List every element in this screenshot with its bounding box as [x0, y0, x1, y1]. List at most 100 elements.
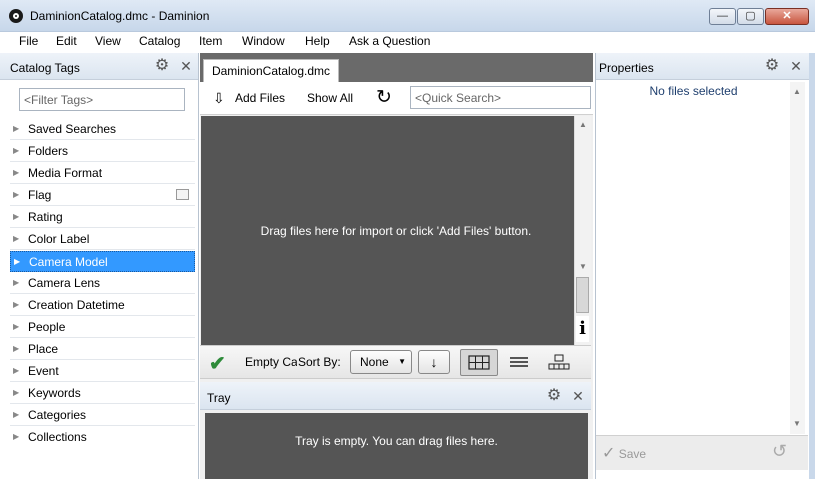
menu-view[interactable]: View: [95, 34, 121, 48]
expand-arrow-icon[interactable]: ▶: [13, 388, 19, 397]
tag-label: People: [28, 320, 66, 334]
scroll-up-icon[interactable]: ▲: [793, 87, 801, 96]
flag-icon[interactable]: [176, 189, 189, 200]
thumbnail-view-button[interactable]: [460, 349, 498, 376]
tag-label: Color Label: [28, 232, 90, 246]
tag-saved-searches[interactable]: ▶ Saved Searches: [10, 119, 195, 140]
filmstrip-view-icon: [548, 354, 570, 370]
expand-arrow-icon[interactable]: ▶: [13, 278, 19, 287]
tray-header: ⚙ ✕: [200, 382, 591, 410]
chevron-down-icon: ▼: [398, 357, 406, 366]
tag-label: Creation Datetime: [28, 298, 125, 312]
save-check-icon: ✓: [602, 445, 616, 462]
menu-catalog[interactable]: Catalog: [139, 34, 180, 48]
tray-message: Tray is empty. You can drag files here.: [295, 434, 498, 448]
tag-label: Saved Searches: [28, 122, 117, 136]
maximize-button[interactable]: ▢: [737, 8, 764, 25]
checkmark-icon[interactable]: ✔: [209, 351, 226, 376]
save-label: Save: [618, 447, 647, 461]
expand-arrow-icon[interactable]: ▶: [13, 212, 19, 221]
expand-arrow-icon[interactable]: ▶: [13, 124, 19, 133]
info-icon[interactable]: i: [576, 316, 589, 342]
tag-color-label[interactable]: ▶ Color Label: [10, 229, 195, 250]
tag-label: Collections: [28, 430, 87, 444]
expand-arrow-icon[interactable]: ▶: [13, 234, 19, 243]
tag-flag[interactable]: ▶ Flag: [10, 185, 195, 206]
close-window-button[interactable]: ✕: [765, 8, 809, 25]
close-icon[interactable]: ✕: [789, 59, 803, 73]
expand-arrow-icon[interactable]: ▶: [13, 344, 19, 353]
catalog-tags-panel: Catalog Tags ⚙ ✕ ▶ Saved Searches ▶ Folder…: [0, 53, 199, 479]
show-all-button[interactable]: Show All: [307, 91, 353, 105]
list-view-icon: [510, 357, 528, 367]
close-icon[interactable]: ✕: [179, 59, 193, 73]
scroll-up-icon[interactable]: ▲: [579, 120, 587, 129]
sort-value: None: [360, 355, 389, 369]
gear-icon[interactable]: ⚙: [763, 57, 781, 75]
expand-arrow-icon[interactable]: ▶: [14, 257, 20, 266]
tag-keywords[interactable]: ▶ Keywords: [10, 383, 195, 404]
menu-window[interactable]: Window: [242, 34, 285, 48]
scroll-thumb[interactable]: [576, 277, 589, 313]
tag-place[interactable]: ▶ Place: [10, 339, 195, 360]
expand-arrow-icon[interactable]: ▶: [13, 410, 19, 419]
tag-label: Media Format: [28, 166, 103, 180]
tag-folders[interactable]: ▶ Folders: [10, 141, 195, 162]
tag-label: Keywords: [28, 386, 81, 400]
tag-people[interactable]: ▶ People: [10, 317, 195, 338]
tag-event[interactable]: ▶ Event: [10, 361, 195, 382]
expand-arrow-icon[interactable]: ▶: [13, 432, 19, 441]
no-files-message: No files selected: [649, 84, 738, 98]
filmstrip-view-button[interactable]: [546, 350, 574, 374]
menu-item[interactable]: Item: [199, 34, 222, 48]
minimize-button[interactable]: —: [709, 8, 736, 25]
add-files-button[interactable]: Add Files: [235, 91, 285, 105]
catalog-tags-title: Catalog Tags: [10, 61, 80, 75]
tag-camera-lens[interactable]: ▶ Camera Lens: [10, 273, 195, 294]
expand-arrow-icon[interactable]: ▶: [13, 146, 19, 155]
tag-collections[interactable]: ▶ Collections: [10, 427, 195, 448]
scroll-down-icon[interactable]: ▼: [579, 262, 587, 271]
expand-arrow-icon[interactable]: ▶: [13, 190, 19, 199]
menu-file[interactable]: File: [19, 34, 38, 48]
expand-arrow-icon[interactable]: ▶: [13, 322, 19, 331]
expand-arrow-icon[interactable]: ▶: [13, 300, 19, 309]
tag-media-format[interactable]: ▶ Media Format: [10, 163, 195, 184]
menu-ask-question[interactable]: Ask a Question: [349, 34, 430, 48]
scroll-down-icon[interactable]: ▼: [793, 419, 801, 428]
tag-camera-model[interactable]: ▶ Camera Model: [10, 251, 195, 272]
drop-message: Drag files here for import or click 'Add…: [260, 224, 532, 238]
gear-icon[interactable]: ⚙: [153, 57, 171, 75]
expand-arrow-icon[interactable]: ▶: [13, 168, 19, 177]
properties-panel: Properties ⚙ ✕ No files selected: [595, 53, 815, 479]
list-view-button[interactable]: [506, 350, 534, 374]
tag-label: Categories: [28, 408, 87, 422]
properties-header: Properties ⚙ ✕: [596, 53, 815, 80]
arrow-down-icon: ↓: [430, 354, 438, 370]
close-icon[interactable]: ✕: [571, 389, 585, 403]
save-button[interactable]: ✓ Save: [602, 443, 646, 463]
tag-categories[interactable]: ▶ Categories: [10, 405, 195, 426]
gear-icon[interactable]: ⚙: [545, 387, 563, 405]
window-title: DaminionCatalog.dmc - Daminion: [30, 9, 210, 23]
properties-scrollbar[interactable]: ▲ ▼: [790, 82, 805, 434]
menu-bar: File Edit View Catalog Item Window Help …: [0, 32, 815, 52]
tab-catalog[interactable]: DaminionCatalog.dmc: [203, 59, 339, 82]
sort-select[interactable]: None ▼: [350, 350, 412, 374]
undo-icon[interactable]: ↺: [772, 441, 787, 462]
expand-arrow-icon[interactable]: ▶: [13, 366, 19, 375]
tag-rating[interactable]: ▶ Rating: [10, 207, 195, 228]
tag-label: Camera Model: [29, 255, 108, 269]
tag-label: Folders: [28, 144, 69, 158]
app-logo-icon: [9, 9, 23, 23]
menu-edit[interactable]: Edit: [56, 34, 77, 48]
refresh-icon[interactable]: ↻: [376, 86, 392, 109]
quick-search-input[interactable]: [410, 86, 591, 109]
filter-tags-input[interactable]: [19, 88, 185, 111]
tag-creation-datetime[interactable]: ▶ Creation Datetime: [10, 295, 195, 316]
catalog-tags-header: Catalog Tags ⚙ ✕: [0, 53, 198, 80]
menu-help[interactable]: Help: [305, 34, 330, 48]
add-files-icon[interactable]: ⇩: [213, 90, 225, 107]
sort-direction-button[interactable]: ↓: [418, 350, 450, 374]
grid-view-icon: [468, 355, 490, 370]
